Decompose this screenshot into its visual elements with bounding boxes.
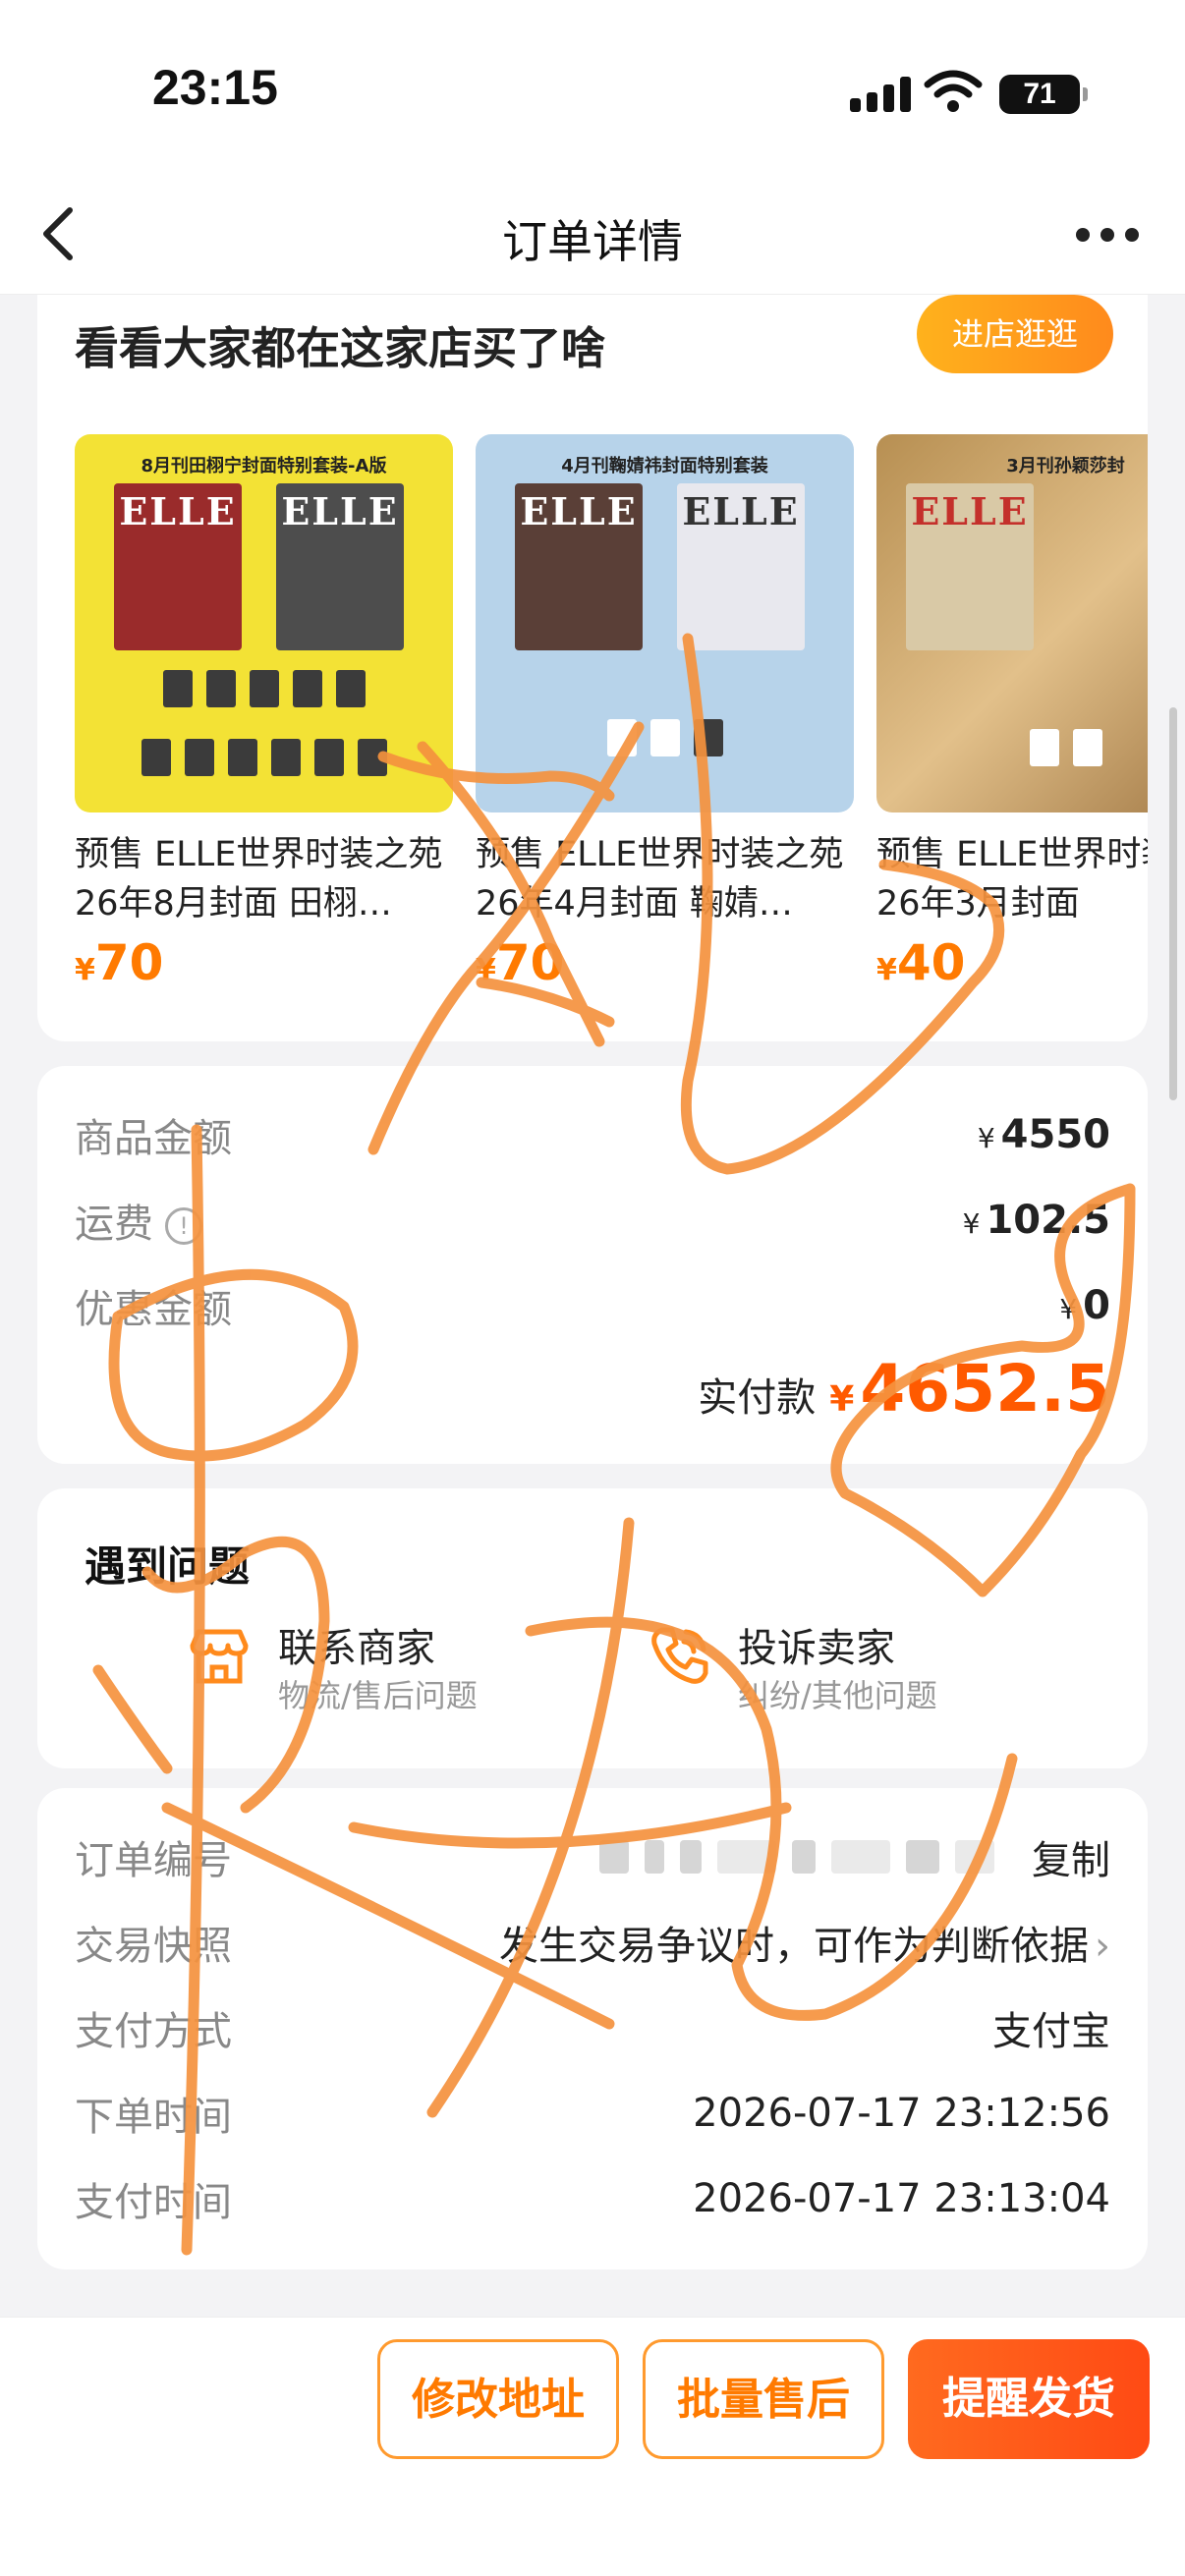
order-info-card: 订单编号 复制 交易快照 发生交易争议时，可作为判断依据 › 支付方式 支付宝 下… [37,1788,1148,2269]
shipping-label: 运费! [75,1192,202,1249]
order-time-value: 2026-07-17 23:12:56 [693,2091,1110,2136]
goods-amount-row: 商品金额 ¥4550 [75,1105,1110,1164]
batch-after-sale-button[interactable]: 批量售后 [643,2339,884,2459]
pay-time-label: 支付时间 [75,2180,232,2225]
recommend-item[interactable]: 4月刊鞠婧祎封面特别套装 ELLE ELLE 预售 ELLE世界时装之苑 26年… [476,434,854,991]
recommend-item[interactable]: 3月刊孙颖莎封 ELLE 预售 ELLE世界时装之苑 26年3月封面 ¥40 [876,434,1148,991]
nav-bar: 订单详情 [0,177,1185,295]
paid-amount-row: 实付款 ¥ 4652.5 [698,1351,1110,1427]
chevron-right-icon: › [1095,1924,1110,1969]
order-id-label: 订单编号 [75,1838,232,1883]
visit-store-button[interactable]: 进店逛逛 [917,295,1113,373]
order-time-row: 下单时间 2026-07-17 23:12:56 [75,2084,1110,2143]
discount-label: 优惠金额 [75,1287,232,1332]
paid-value: 4652.5 [860,1351,1110,1427]
goods-amount-label: 商品金额 [75,1116,232,1161]
info-icon[interactable]: ! [165,1207,202,1245]
status-time: 23:15 [152,60,278,115]
photo-card-row [75,739,453,776]
discount-row: 优惠金额 ¥0 [75,1276,1110,1335]
photo-card-row [476,719,854,756]
cellular-signal-icon [850,77,911,112]
order-id-row: 订单编号 复制 [75,1827,1110,1886]
product-name: 预售 ELLE世界时装之苑 26年8月封面 田栩… [75,835,443,924]
product-price: ¥70 [75,934,164,991]
paid-currency: ¥ [829,1379,855,1420]
order-id-masked: 复制 [599,1828,1110,1885]
contact-seller-sub: 物流/售后问题 [278,1677,478,1714]
complain-seller-sub: 纠纷/其他问题 [738,1677,937,1714]
copy-order-id-button[interactable]: 复制 [1032,1828,1110,1885]
paid-label: 实付款 [698,1375,817,1421]
store-icon [190,1629,249,1684]
modify-address-button[interactable]: 修改地址 [377,2339,619,2459]
product-name: 预售 ELLE世界时装之苑 26年4月封面 鞠婧… [476,835,844,924]
contact-seller-label: 联系商家 [278,1626,435,1671]
goods-amount-value: ¥4550 [977,1112,1110,1157]
battery-icon: 71 [999,75,1088,114]
recommend-title: 看看大家都在这家店买了啥 [75,322,606,374]
product-name: 预售 ELLE世界时装之苑 26年3月封面 [876,835,1148,924]
product-thumbnail: 3月刊孙颖莎封 ELLE [876,434,1148,812]
product-price: ¥70 [476,934,565,991]
order-time-label: 下单时间 [75,2095,232,2140]
pay-method-row: 支付方式 支付宝 [75,1998,1110,2057]
magazine-cover-image: ELLE [515,483,643,650]
shipping-value: ¥102.5 [962,1198,1110,1243]
page-title: 订单详情 [502,215,683,268]
thumbnail-caption: 3月刊孙颖莎封 [1006,456,1125,476]
magazine-cover-image: ELLE [906,483,1034,650]
pay-method-value: 支付宝 [992,2009,1110,2054]
scrollbar[interactable] [1169,707,1177,1100]
store-recommendations-card: 看看大家都在这家店买了啥 进店逛逛 8月刊田栩宁封面特别套装-A版 ELLE E… [37,295,1148,1041]
pay-time-row: 支付时间 2026-07-17 23:13:04 [75,2169,1110,2228]
snapshot-row[interactable]: 交易快照 发生交易争议时，可作为判断依据 › [75,1913,1110,1972]
snapshot-value: 发生交易争议时，可作为判断依据 › [499,1924,1110,1969]
shipping-row: 运费! ¥102.5 [75,1191,1110,1250]
help-title: 遇到问题 [85,1542,251,1591]
product-thumbnail: 4月刊鞠婧祎封面特别套装 ELLE ELLE [476,434,854,812]
magazine-cover-image: ELLE [677,483,805,650]
photo-card-row [876,729,1148,766]
thumbnail-caption: 8月刊田栩宁封面特别套装-A版 [141,456,387,476]
more-options-icon[interactable] [1076,228,1139,242]
snapshot-label: 交易快照 [75,1924,232,1969]
photo-card-row [75,670,453,707]
status-bar: 23:15 71 [0,0,1185,177]
magazine-cover-image: ELLE [114,483,242,650]
discount-value: ¥0 [1059,1283,1110,1328]
remind-ship-button[interactable]: 提醒发货 [908,2339,1150,2459]
pay-time-value: 2026-07-17 23:13:04 [693,2176,1110,2221]
thumbnail-caption: 4月刊鞠婧祎封面特别套装 [561,456,768,476]
price-summary-card: 商品金额 ¥4550 运费! ¥102.5 优惠金额 ¥0 实付款 ¥ 4652… [37,1066,1148,1464]
phone-icon [651,1627,708,1684]
magazine-cover-image: ELLE [276,483,404,650]
bottom-action-bar: 修改地址 批量售后 提醒发货 [0,2317,1185,2576]
wifi-icon [924,70,983,112]
product-thumbnail: 8月刊田栩宁封面特别套装-A版 ELLE ELLE [75,434,453,812]
recommend-item[interactable]: 8月刊田栩宁封面特别套装-A版 ELLE ELLE 预售 ELLE世界时装之苑 … [75,434,453,991]
complain-seller-label: 投诉卖家 [738,1626,895,1671]
pay-method-label: 支付方式 [75,2009,232,2054]
product-price: ¥40 [876,934,966,991]
recommend-list: 8月刊田栩宁封面特别套装-A版 ELLE ELLE 预售 ELLE世界时装之苑 … [75,434,1148,1024]
help-card: 遇到问题 联系商家 物流/售后问题 投诉卖家 纠纷/其他问题 [37,1488,1148,1768]
